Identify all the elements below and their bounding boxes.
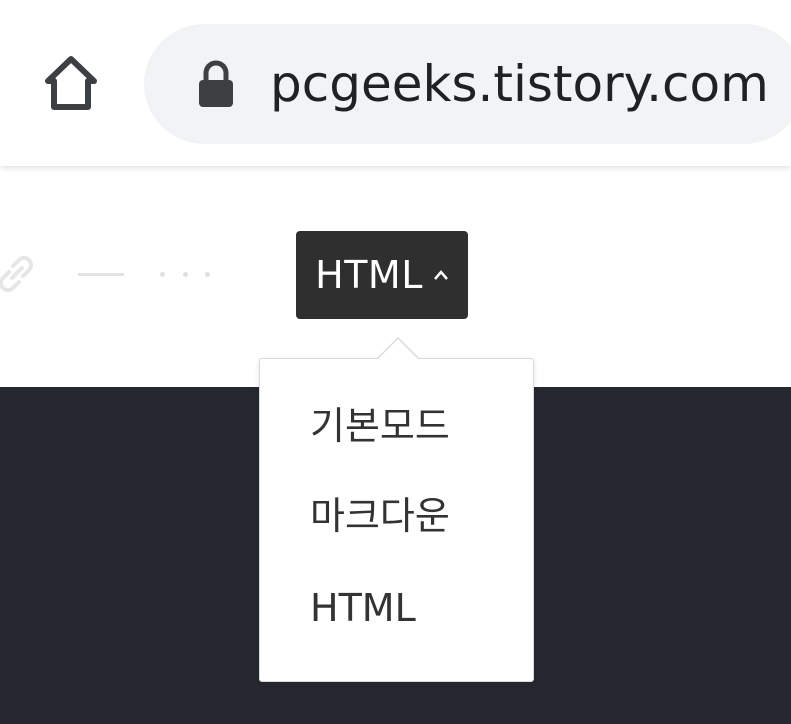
menu-item-basic-mode[interactable]: 기본모드 bbox=[310, 396, 450, 456]
menu-pointer-fill bbox=[377, 339, 419, 360]
browser-top-bar: pcgeeks.tistory.com bbox=[0, 0, 791, 166]
editor-mode-label: HTML bbox=[315, 253, 423, 297]
more-dot-icon bbox=[182, 271, 188, 277]
menu-item-html[interactable]: HTML bbox=[310, 578, 416, 638]
link-icon[interactable] bbox=[0, 252, 38, 296]
address-bar[interactable]: pcgeeks.tistory.com bbox=[144, 24, 791, 144]
chevron-up-icon bbox=[433, 270, 448, 280]
editor-mode-button[interactable]: HTML bbox=[296, 231, 468, 319]
home-button[interactable] bbox=[38, 50, 104, 116]
home-icon bbox=[45, 56, 97, 110]
lock-icon bbox=[199, 60, 233, 107]
url-text: pcgeeks.tistory.com bbox=[270, 55, 769, 113]
more-button[interactable] bbox=[160, 264, 210, 284]
more-dot-icon bbox=[160, 271, 165, 277]
more-dot-icon bbox=[205, 271, 210, 277]
horizontal-rule-button[interactable] bbox=[78, 273, 124, 276]
menu-item-markdown[interactable]: 마크다운 bbox=[310, 486, 450, 546]
editor-mode-menu: 기본모드 마크다운 HTML bbox=[259, 337, 534, 682]
